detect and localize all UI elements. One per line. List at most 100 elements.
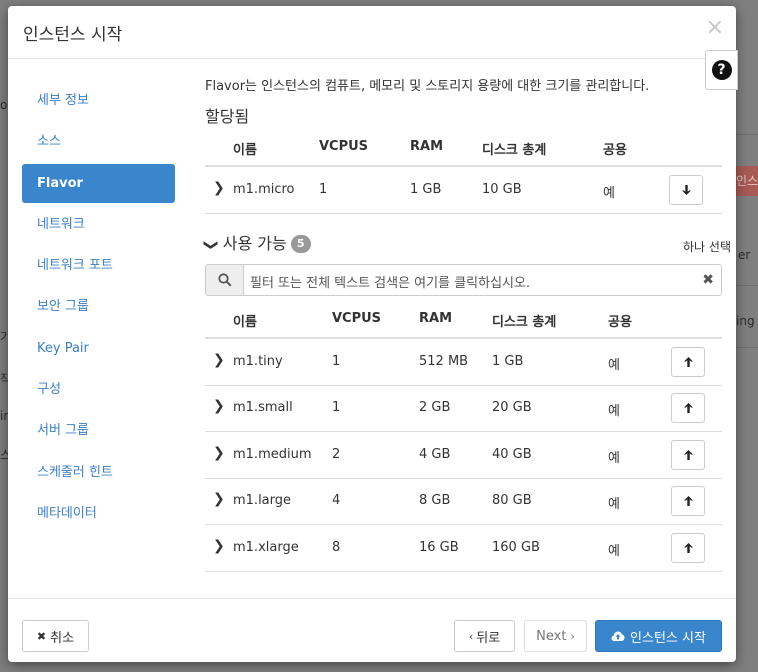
close-icon: ✖ (36, 629, 47, 643)
sidebar-item-details[interactable]: 세부 정보 (22, 81, 175, 120)
modal-title: 인스턴스 시작 (23, 25, 123, 45)
arrow-up-icon (683, 496, 693, 506)
background-divider (736, 134, 758, 135)
wizard-sidebar: 세부 정보 소스 Flavor 네트워크 네트워크 포트 보안 그룹 Key P… (8, 59, 198, 597)
sidebar-item-metadata[interactable]: 메타데이터 (22, 494, 175, 533)
row-name: m1.medium (233, 447, 312, 462)
arrow-up-icon (683, 543, 693, 553)
next-label: Next (536, 628, 567, 644)
launch-instance-modal: 인스턴스 시작 × 세부 정보 소스 Flavor 네트워크 네트워크 포트 보… (8, 6, 736, 662)
chevron-right-icon[interactable]: ❯ (213, 538, 225, 554)
modal-footer: ✖ 취소 ‹ 뒤로 Next › 인스턴스 시작 (8, 598, 736, 662)
row-name: m1.small (233, 400, 293, 415)
row-vcpus: 1 (332, 400, 341, 415)
row-name: m1.micro (233, 182, 295, 197)
search-icon-addon (206, 265, 244, 295)
row-public: 예 (608, 358, 620, 373)
row-public: 예 (608, 404, 620, 419)
step-description: Flavor는 인스턴스의 컴퓨트, 메모리 및 스토리지 용량에 대한 크기를… (205, 79, 650, 94)
background-text: er (738, 248, 751, 262)
table-row: ❯ m1.small 1 2 GB 20 GB 예 (205, 385, 722, 432)
sidebar-item-configuration[interactable]: 구성 (22, 370, 175, 409)
available-title[interactable]: ❯ 사용 가능 5 (202, 230, 311, 254)
available-title-text: 사용 가능 (222, 234, 287, 253)
column-header-public: 공용 (603, 143, 627, 158)
row-name: m1.xlarge (233, 540, 299, 555)
table-row: ❯ m1.xlarge 8 16 GB 160 GB 예 (205, 525, 722, 572)
row-public: 예 (608, 451, 620, 466)
chevron-right-icon[interactable]: ❯ (213, 352, 225, 368)
table-row: ❯ m1.large 4 8 GB 80 GB 예 (205, 478, 722, 525)
chevron-right-icon[interactable]: ❯ (213, 445, 225, 461)
row-vcpus: 8 (332, 540, 341, 555)
column-header-public: 공용 (608, 315, 632, 330)
row-disk: 160 GB (492, 540, 540, 555)
cloud-upload-icon (611, 631, 625, 641)
allocate-button[interactable] (671, 440, 705, 470)
allocate-button[interactable] (671, 393, 705, 423)
row-ram: 2 GB (419, 400, 451, 415)
sidebar-item-security-groups[interactable]: 보안 그룹 (22, 287, 175, 326)
sidebar-item-network-ports[interactable]: 네트워크 포트 (22, 246, 175, 285)
cancel-button[interactable]: ✖ 취소 (22, 620, 89, 652)
sidebar-item-key-pair[interactable]: Key Pair (22, 329, 175, 368)
row-disk: 10 GB (482, 182, 522, 197)
row-disk: 20 GB (492, 400, 532, 415)
arrow-up-icon (683, 450, 693, 460)
column-header-name: 이름 (233, 143, 257, 158)
chevron-right-icon[interactable]: ❯ (213, 398, 225, 414)
chevron-left-icon: ‹ (468, 629, 474, 643)
available-table-header: 이름 VCPUS RAM 디스크 총계 공용 (205, 299, 722, 339)
help-icon: ? (711, 60, 732, 80)
available-count-badge: 5 (290, 235, 311, 253)
help-button[interactable]: ? (705, 50, 738, 90)
column-header-disk: 디스크 총계 (492, 315, 557, 330)
select-one-hint: 하나 선택 (683, 240, 731, 254)
background-divider (736, 347, 758, 348)
deallocate-button[interactable] (669, 175, 703, 205)
sidebar-item-server-groups[interactable]: 서버 그룹 (22, 411, 175, 450)
back-label: 뒤로 (476, 630, 501, 646)
sidebar-item-source[interactable]: 소스 (22, 122, 175, 161)
chevron-right-icon[interactable]: ❯ (213, 180, 225, 196)
row-public: 예 (603, 186, 615, 201)
background-text: ing (736, 314, 755, 328)
allocate-button[interactable] (671, 533, 705, 563)
sidebar-item-scheduler-hints[interactable]: 스케줄러 힌트 (22, 453, 175, 492)
background-launch-button: 인스 (736, 166, 758, 196)
allocate-button[interactable] (671, 486, 705, 516)
column-header-vcpus: VCPUS (319, 139, 369, 154)
row-name: m1.large (233, 493, 292, 508)
row-vcpus: 4 (332, 493, 341, 508)
search-input[interactable]: 필터 또는 전체 텍스트 검색은 여기를 클릭하십시오. ✖ (205, 264, 722, 296)
row-vcpus: 2 (332, 447, 341, 462)
next-button[interactable]: Next › (524, 620, 587, 652)
row-disk: 40 GB (492, 447, 532, 462)
back-button[interactable]: ‹ 뒤로 (454, 620, 515, 652)
modal-header: 인스턴스 시작 × (8, 6, 736, 59)
row-vcpus: 1 (332, 354, 341, 369)
column-header-vcpus: VCPUS (332, 311, 382, 326)
row-ram: 4 GB (419, 447, 451, 462)
allocated-title: 할당됨 (205, 107, 250, 126)
sidebar-item-flavor[interactable]: Flavor (22, 164, 175, 203)
table-row: ❯ m1.micro 1 1 GB 10 GB 예 (205, 167, 722, 214)
row-ram: 16 GB (419, 540, 459, 555)
allocate-button[interactable] (671, 347, 705, 377)
chevron-down-icon: ❯ (202, 239, 219, 251)
row-ram: 512 MB (419, 354, 469, 369)
search-placeholder: 필터 또는 전체 텍스트 검색은 여기를 클릭하십시오. (250, 276, 531, 291)
close-icon[interactable]: × (706, 16, 724, 40)
table-row: ❯ m1.tiny 1 512 MB 1 GB 예 (205, 339, 722, 386)
chevron-right-icon[interactable]: ❯ (213, 491, 225, 507)
sidebar-item-networks[interactable]: 네트워크 (22, 205, 175, 244)
launch-instance-button[interactable]: 인스턴스 시작 (595, 620, 722, 652)
row-disk: 80 GB (492, 493, 532, 508)
row-vcpus: 1 (319, 182, 328, 197)
column-header-name: 이름 (233, 315, 257, 330)
cancel-label: 취소 (50, 630, 75, 646)
row-public: 예 (608, 544, 620, 559)
clear-icon[interactable]: ✖ (702, 272, 714, 288)
arrow-up-icon (683, 403, 693, 413)
arrow-up-icon (683, 357, 693, 367)
